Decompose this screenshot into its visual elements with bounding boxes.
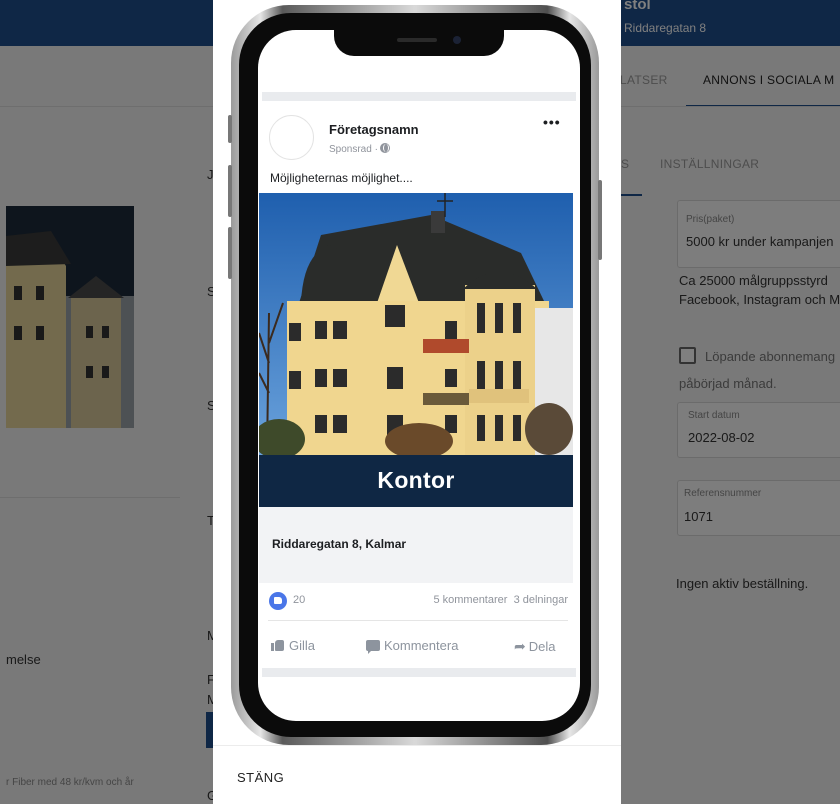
phone-mockup: Företagsnamn Sponsrad · ••• Möjlighetern… bbox=[228, 5, 602, 745]
phone-side-button bbox=[228, 165, 232, 217]
camera-icon bbox=[453, 36, 461, 44]
page-name[interactable]: Företagsnamn bbox=[329, 122, 419, 137]
comment-icon bbox=[366, 640, 380, 654]
link-preview[interactable]: Riddaregatan 8, Kalmar bbox=[259, 507, 573, 583]
phone-screen: Företagsnamn Sponsrad · ••• Möjlighetern… bbox=[258, 30, 580, 721]
reactions-divider bbox=[268, 620, 568, 621]
phone-side-button bbox=[228, 115, 232, 143]
feed-separator bbox=[262, 92, 576, 101]
page-avatar[interactable] bbox=[269, 115, 314, 160]
post-image[interactable] bbox=[259, 193, 573, 455]
phone-notch bbox=[334, 30, 504, 56]
feed-separator bbox=[262, 668, 576, 677]
thumbs-up-icon bbox=[271, 639, 285, 651]
ad-banner: Kontor bbox=[259, 455, 573, 507]
globe-icon bbox=[379, 143, 390, 153]
like-reaction-icon bbox=[269, 592, 287, 610]
banner-text: Kontor bbox=[377, 467, 455, 493]
sponsored-label: Sponsrad · bbox=[329, 143, 390, 155]
like-button[interactable]: Gilla bbox=[271, 638, 315, 653]
post-text: Möjligheternas möjlighet.... bbox=[270, 171, 413, 185]
ad-preview-modal: Företagsnamn Sponsrad · ••• Möjlighetern… bbox=[213, 0, 621, 804]
close-button[interactable]: STÄNG bbox=[237, 770, 284, 785]
phone-side-button bbox=[228, 227, 232, 279]
shares-count[interactable]: 3 delningar bbox=[514, 594, 568, 606]
phone-side-button bbox=[598, 180, 602, 260]
comments-count[interactable]: 5 kommentarer bbox=[433, 594, 507, 606]
phone-bezel: Företagsnamn Sponsrad · ••• Möjlighetern… bbox=[239, 13, 591, 737]
modal-footer: STÄNG bbox=[213, 745, 621, 804]
share-icon: ➦ bbox=[514, 638, 526, 654]
more-options-icon[interactable]: ••• bbox=[543, 114, 561, 130]
link-title: Riddaregatan 8, Kalmar bbox=[272, 537, 407, 551]
comment-share-counts: 5 kommentarer 3 delningar bbox=[433, 594, 568, 606]
reactions-bar: 20 5 kommentarer 3 delningar bbox=[268, 589, 568, 615]
comment-button[interactable]: Kommentera bbox=[366, 638, 458, 654]
share-button[interactable]: ➦ Dela bbox=[514, 638, 555, 655]
like-count[interactable]: 20 bbox=[293, 594, 305, 606]
speaker-icon bbox=[397, 38, 437, 42]
